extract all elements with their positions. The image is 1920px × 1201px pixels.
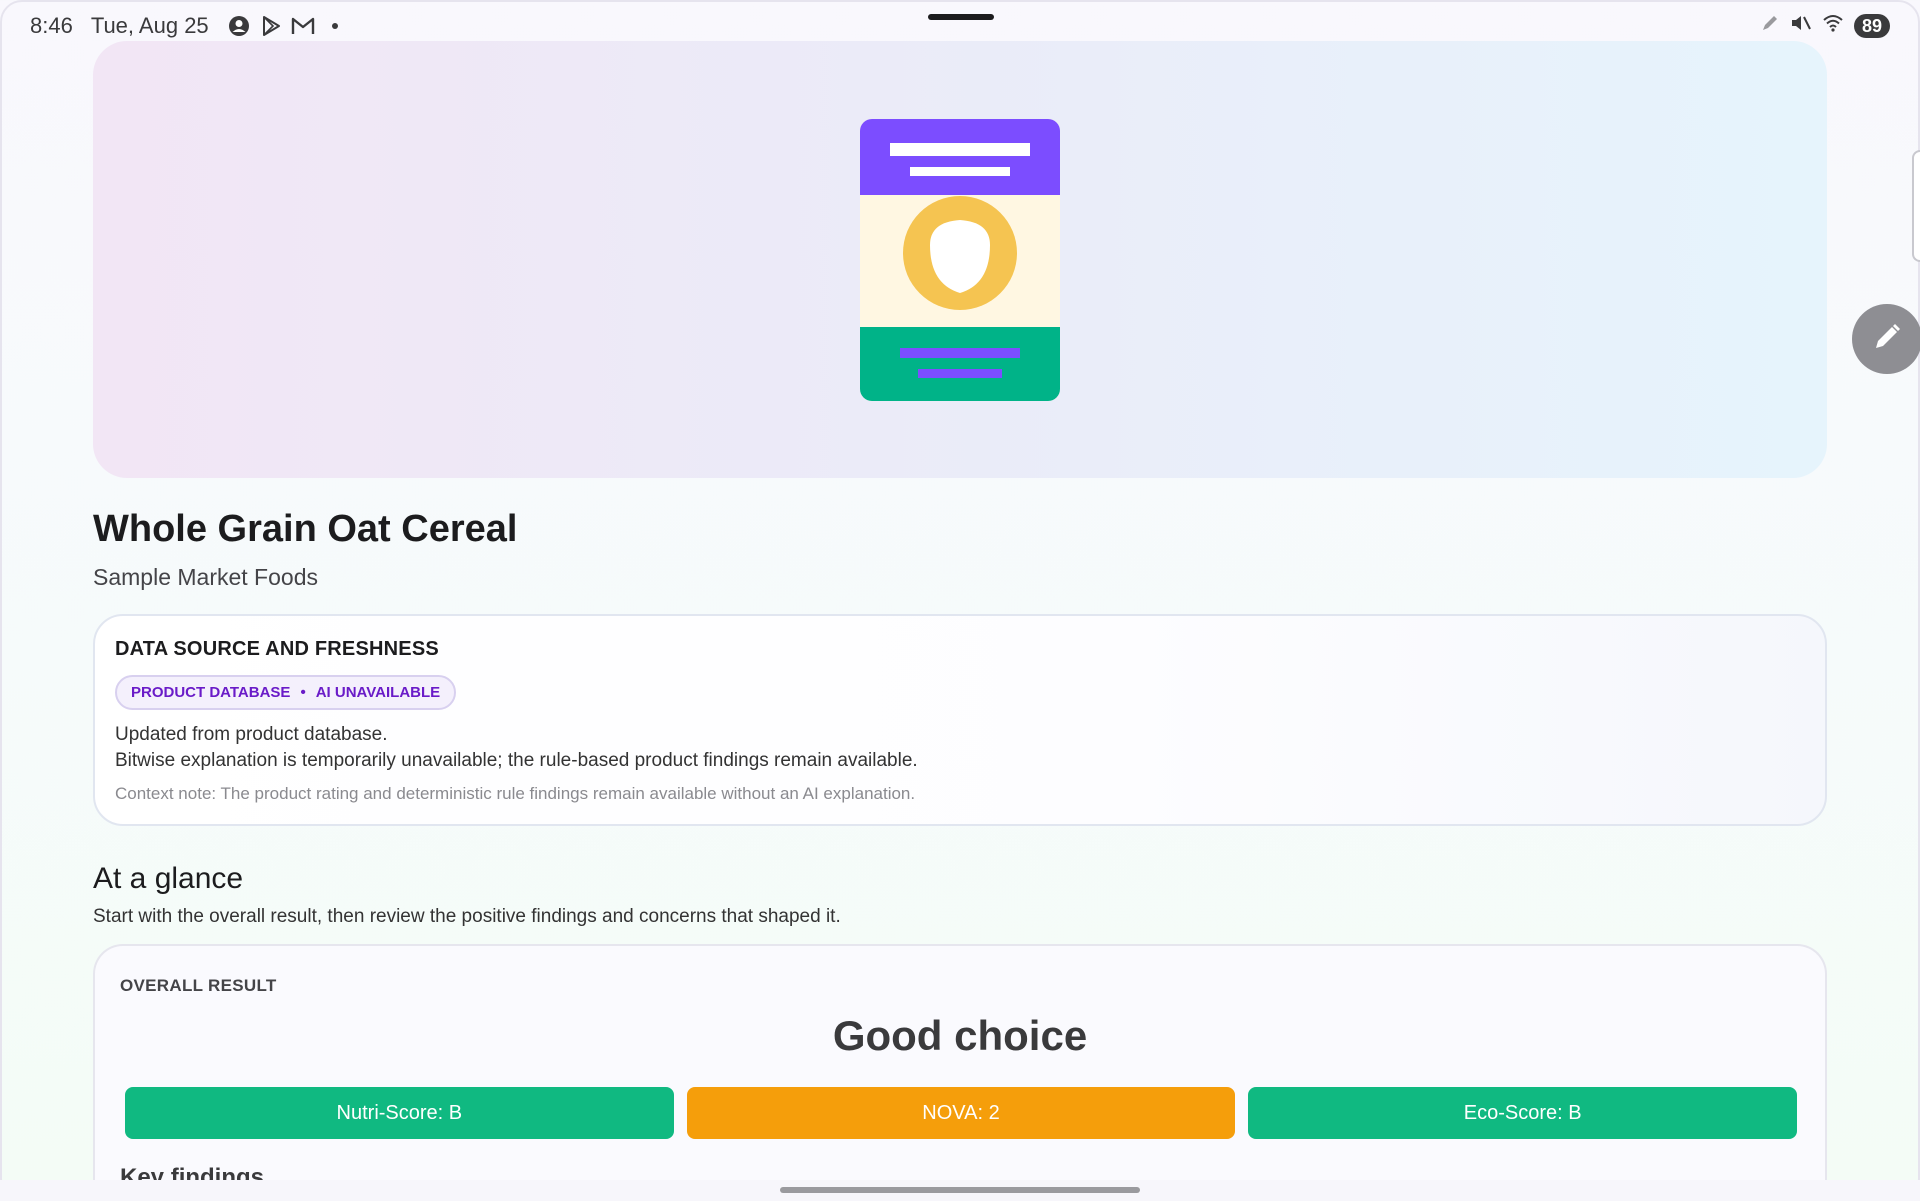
at-a-glance-subtitle: Start with the overall result, then revi… [93, 906, 841, 927]
data-source-chip: PRODUCT DATABASE • AI UNAVAILABLE [115, 675, 457, 710]
gmail-icon [291, 14, 315, 38]
mute-icon [1790, 13, 1812, 39]
play-store-icon [259, 14, 283, 38]
context-note: Context note: The product rating and det… [115, 784, 916, 803]
chip-source-label: PRODUCT DATABASE [131, 684, 291, 701]
eco-score-badge[interactable]: Eco-Score: B [1248, 1087, 1798, 1139]
battery-indicator: 89 [1853, 14, 1890, 38]
product-brand: Sample Market Foods [93, 564, 318, 590]
nova-score-badge[interactable]: NOVA: 2 [686, 1087, 1236, 1139]
cereal-box-illustration [860, 119, 1060, 401]
status-date: Tue, Aug 25 [90, 13, 209, 38]
top-drag-handle[interactable] [928, 14, 994, 20]
data-source-line-2: Bitwise explanation is temporarily unava… [115, 750, 918, 771]
edit-button[interactable] [1852, 304, 1920, 374]
pencil-icon [1870, 320, 1904, 359]
overall-result-value: Good choice [832, 1012, 1088, 1059]
chip-separator: • [300, 684, 306, 701]
account-circle-icon [227, 14, 251, 38]
data-source-heading: DATA SOURCE AND FRESHNESS [115, 638, 439, 660]
nutri-score-badge[interactable]: Nutri-Score: B [125, 1087, 674, 1139]
data-source-card: DATA SOURCE AND FRESHNESS PRODUCT DATABA… [93, 614, 1827, 826]
at-a-glance-heading: At a glance [93, 862, 244, 895]
side-panel-handle[interactable] [1912, 150, 1920, 262]
product-title: Whole Grain Oat Cereal [93, 508, 518, 550]
chip-ai-label: AI UNAVAILABLE [315, 684, 441, 701]
score-row: Nutri-Score: B NOVA: 2 Eco-Score: B [125, 1087, 1798, 1139]
product-hero [93, 41, 1827, 478]
status-time: 8:46 [30, 13, 73, 38]
wifi-icon [1822, 13, 1844, 39]
overall-result-label: OVERALL RESULT [120, 976, 277, 995]
pen-icon [1760, 13, 1780, 39]
overall-result-card: OVERALL RESULT Good choice Nutri-Score: … [93, 944, 1827, 1184]
home-gesture-handle[interactable] [780, 1187, 1140, 1193]
dot-icon [323, 14, 347, 38]
data-source-line-1: Updated from product database. [115, 724, 388, 745]
